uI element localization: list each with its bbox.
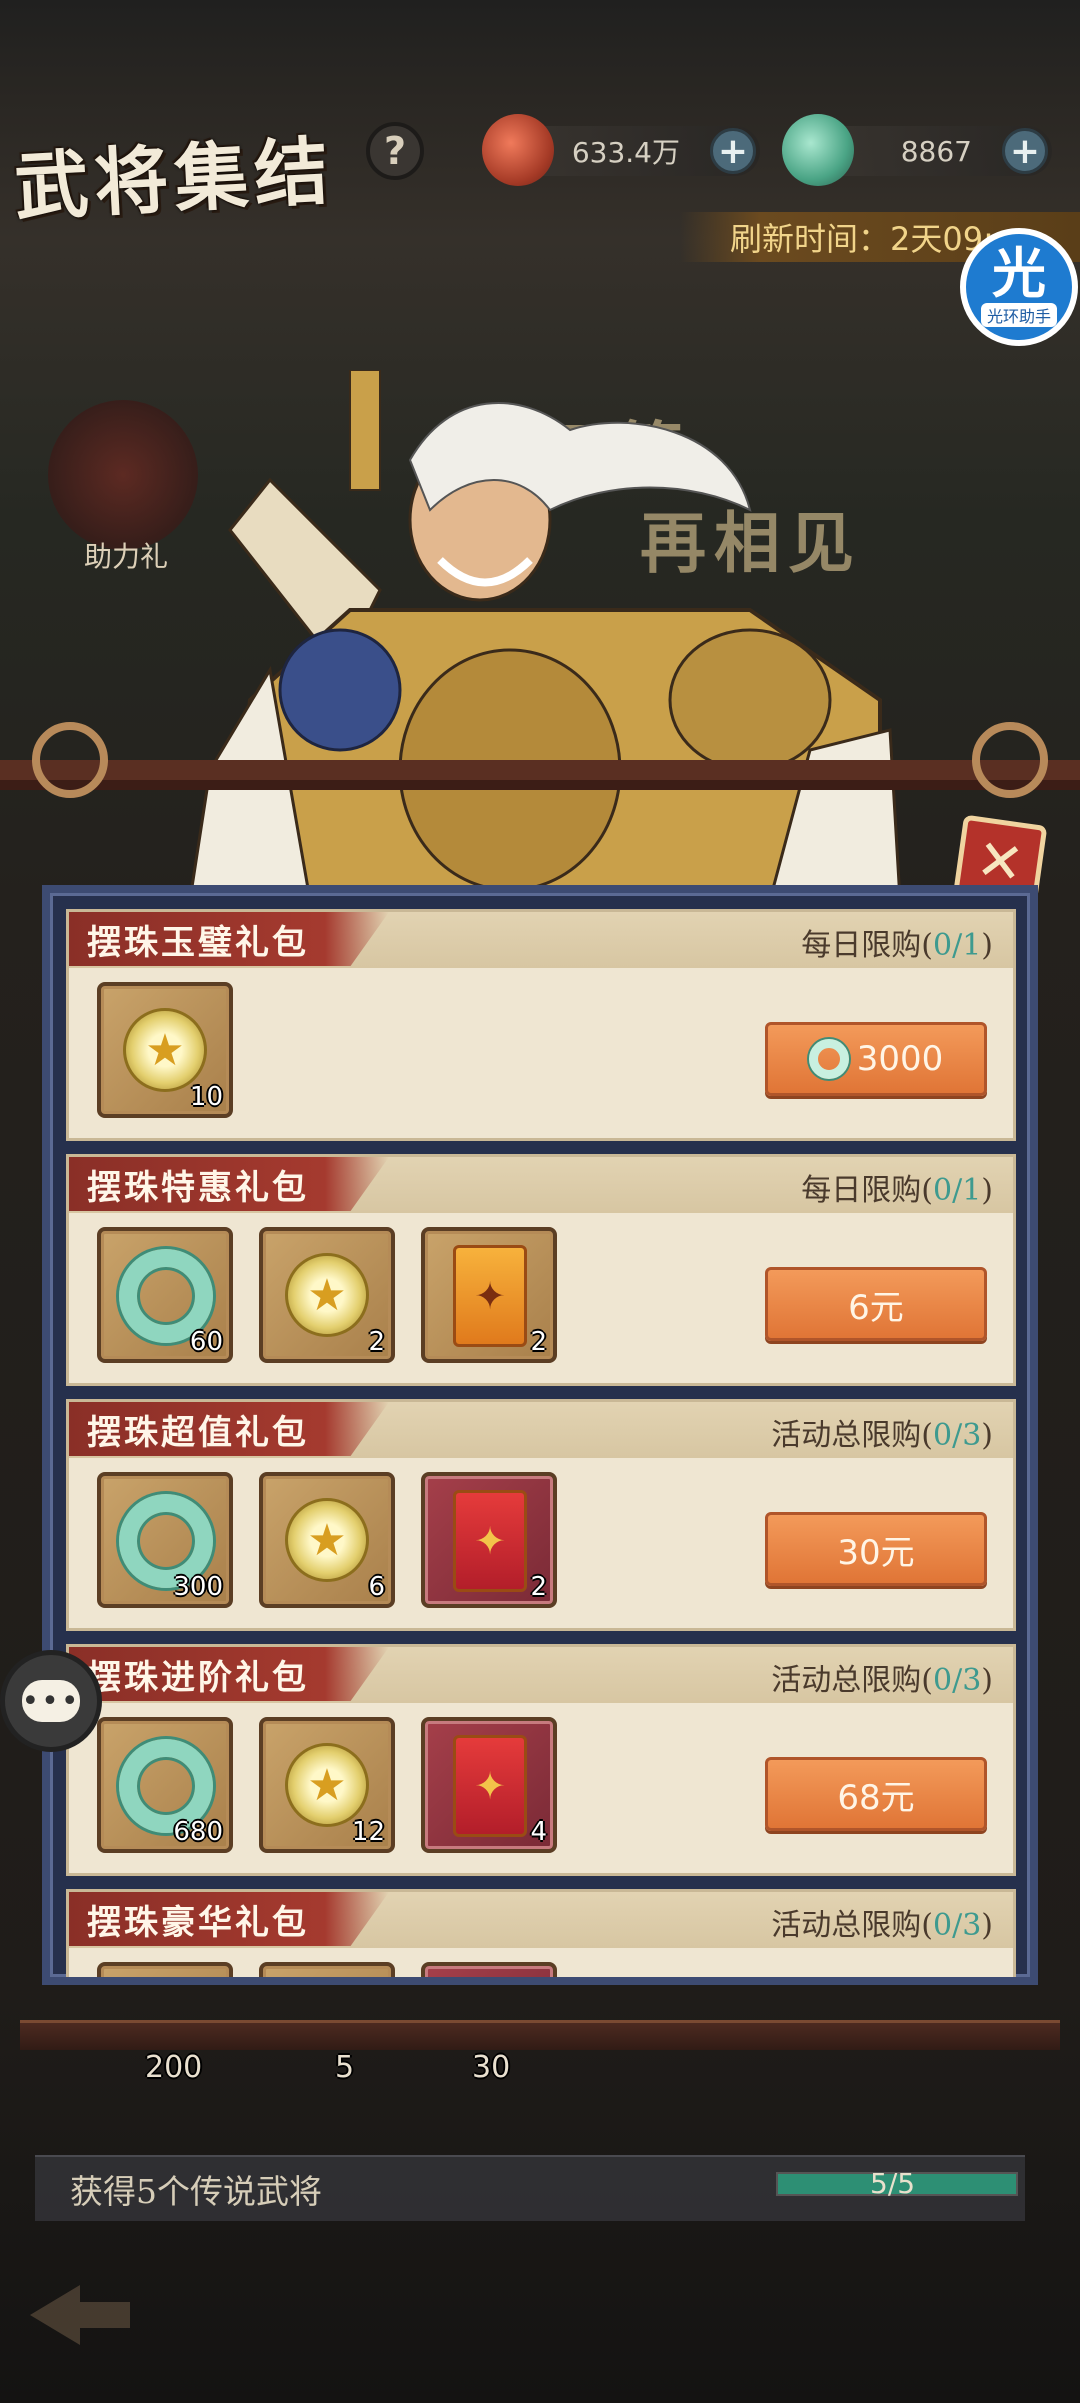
jade-value: 8867	[900, 134, 972, 168]
gold-pouch-icon: ✦	[453, 1245, 527, 1347]
limit-label: 活动总限购	[771, 1418, 922, 1453]
jade-icon	[808, 1039, 849, 1079]
price-label: 3000	[856, 1039, 944, 1079]
reward-item[interactable]: ★ 6	[259, 1472, 395, 1608]
copper-coin-icon	[482, 114, 554, 186]
limit-label: 每日限购	[801, 1173, 922, 1208]
star-coin-icon: ★	[285, 1743, 369, 1827]
goal-progress-text: 5/5	[870, 2167, 916, 2200]
star-coin-icon: ★	[285, 1253, 369, 1337]
gift-pack-list[interactable]: 摆珠玉璧礼包 每日限购(0/1) ★ 10 3000 摆珠特惠礼包 每日限购(0…	[66, 909, 1016, 1977]
pack-title: 摆珠进阶礼包	[69, 1647, 389, 1701]
pack-title: 摆珠豪华礼包	[69, 1892, 389, 1946]
wooden-rail-decoration	[0, 722, 1080, 798]
help-button[interactable]: ?	[366, 122, 424, 180]
purchase-limit: 每日限购(0/1)	[801, 928, 993, 963]
price-label: 6元	[848, 1287, 904, 1328]
purchase-limit: 活动总限购(0/3)	[771, 1663, 993, 1698]
gift-pack-card: 摆珠特惠礼包 每日限购(0/1) 60 ★ 2 ✦ 2 6元	[66, 1154, 1016, 1386]
reward-item[interactable]: 680	[97, 1717, 233, 1853]
reward-item[interactable]	[259, 1962, 395, 1977]
gift-pack-panel: 摆珠玉璧礼包 每日限购(0/1) ★ 10 3000 摆珠特惠礼包 每日限购(0…	[42, 885, 1038, 1985]
background-item-quantity: 30	[472, 2050, 511, 2085]
helper-overlay-button[interactable]: 光 光环助手	[960, 228, 1078, 346]
buy-button[interactable]: 6元	[765, 1267, 987, 1341]
red-pouch-icon: ✦	[453, 1490, 527, 1592]
goal-text: 获得5个传说武将	[70, 2172, 322, 2211]
buy-button[interactable]: 30元	[765, 1512, 987, 1586]
star-coin-icon: ★	[123, 1008, 207, 1092]
reward-item[interactable]: 60	[97, 1227, 233, 1363]
limit-count: 0/3	[933, 1418, 982, 1453]
background-item-quantity: 5	[335, 2050, 355, 2085]
price-label: 68元	[837, 1777, 915, 1818]
reward-item[interactable]: ✦ 2	[421, 1472, 557, 1608]
reward-item[interactable]: ★ 10	[97, 982, 233, 1118]
limit-count: 0/1	[933, 1173, 982, 1208]
item-quantity: 6	[368, 1572, 385, 1602]
purchase-limit: 活动总限购(0/3)	[771, 1908, 993, 1943]
copper-resource: 633.4万 +	[482, 114, 760, 186]
item-quantity: 2	[530, 1327, 547, 1357]
chat-button[interactable]: •••	[0, 1650, 102, 1752]
item-quantity: 680	[173, 1817, 223, 1847]
gift-pack-card: 摆珠玉璧礼包 每日限购(0/1) ★ 10 3000	[66, 909, 1016, 1141]
chat-icon: •••	[21, 1680, 80, 1722]
price-label: 30元	[837, 1532, 915, 1573]
jade-resource: 8867 +	[782, 114, 1052, 186]
reward-items: 680 ★ 12 ✦ 4	[97, 1717, 557, 1857]
limit-label: 活动总限购	[771, 1663, 922, 1698]
reward-item[interactable]: ✦ 2	[421, 1227, 557, 1363]
star-coin-icon: ★	[285, 1498, 369, 1582]
reward-item[interactable]: ★ 2	[259, 1227, 395, 1363]
red-pouch-icon: ✦	[453, 1735, 527, 1837]
helper-icon: 光	[992, 242, 1046, 305]
assist-gift-label: 助力礼	[84, 540, 169, 573]
reward-items	[97, 1962, 557, 1977]
pack-title: 摆珠特惠礼包	[69, 1157, 389, 1211]
helper-label: 光环助手	[980, 303, 1057, 327]
assist-gift-icon[interactable]	[48, 400, 198, 550]
item-quantity: 60	[189, 1327, 223, 1357]
limit-count: 0/1	[933, 928, 982, 963]
limit-count: 0/3	[933, 1908, 982, 1943]
purchase-limit: 每日限购(0/1)	[801, 1173, 993, 1208]
item-quantity: 2	[530, 1572, 547, 1602]
purchase-limit: 活动总限购(0/3)	[771, 1418, 993, 1453]
lower-rail-decoration	[20, 2020, 1060, 2050]
item-quantity: 2	[368, 1327, 385, 1357]
game-screen: 武将集结 ? 633.4万 + 8867 + 刷新时间：2天09: 光 光环助手…	[0, 0, 1080, 2403]
background-item-quantity: 200	[145, 2050, 203, 2085]
pack-title: 摆珠超值礼包	[69, 1402, 389, 1456]
gift-pack-card: 摆珠豪华礼包 活动总限购(0/3)	[66, 1889, 1016, 1977]
jade-icon	[782, 114, 854, 186]
limit-label: 每日限购	[801, 928, 922, 963]
reward-items: ★ 10	[97, 982, 233, 1122]
back-arrow-icon[interactable]	[20, 2280, 140, 2350]
general-character-illustration	[190, 370, 902, 900]
gift-pack-card: 摆珠超值礼包 活动总限购(0/3) 300 ★ 6 ✦ 2 30元	[66, 1399, 1016, 1631]
limit-count: 0/3	[933, 1663, 982, 1698]
limit-label: 活动总限购	[771, 1908, 922, 1943]
pack-title: 摆珠玉璧礼包	[69, 912, 389, 966]
reward-items: 300 ★ 6 ✦ 2	[97, 1472, 557, 1612]
reward-item[interactable]	[97, 1962, 233, 1977]
add-copper-button[interactable]: +	[710, 128, 756, 174]
reward-item[interactable]	[421, 1962, 557, 1977]
item-quantity: 4	[530, 1817, 547, 1847]
add-jade-button[interactable]: +	[1002, 128, 1048, 174]
buy-button[interactable]: 68元	[765, 1757, 987, 1831]
reward-item[interactable]: 300	[97, 1472, 233, 1608]
item-quantity: 12	[351, 1817, 385, 1847]
copper-value: 633.4万	[571, 136, 680, 169]
page-title: 武将集结	[12, 128, 337, 232]
reward-items: 60 ★ 2 ✦ 2	[97, 1227, 557, 1367]
reward-item[interactable]: ✦ 4	[421, 1717, 557, 1853]
gift-pack-card: 摆珠进阶礼包 活动总限购(0/3) 680 ★ 12 ✦ 4 68元	[66, 1644, 1016, 1876]
item-quantity: 300	[173, 1572, 223, 1602]
item-quantity: 10	[189, 1082, 223, 1112]
reward-item[interactable]: ★ 12	[259, 1717, 395, 1853]
buy-button[interactable]: 3000	[765, 1022, 987, 1096]
